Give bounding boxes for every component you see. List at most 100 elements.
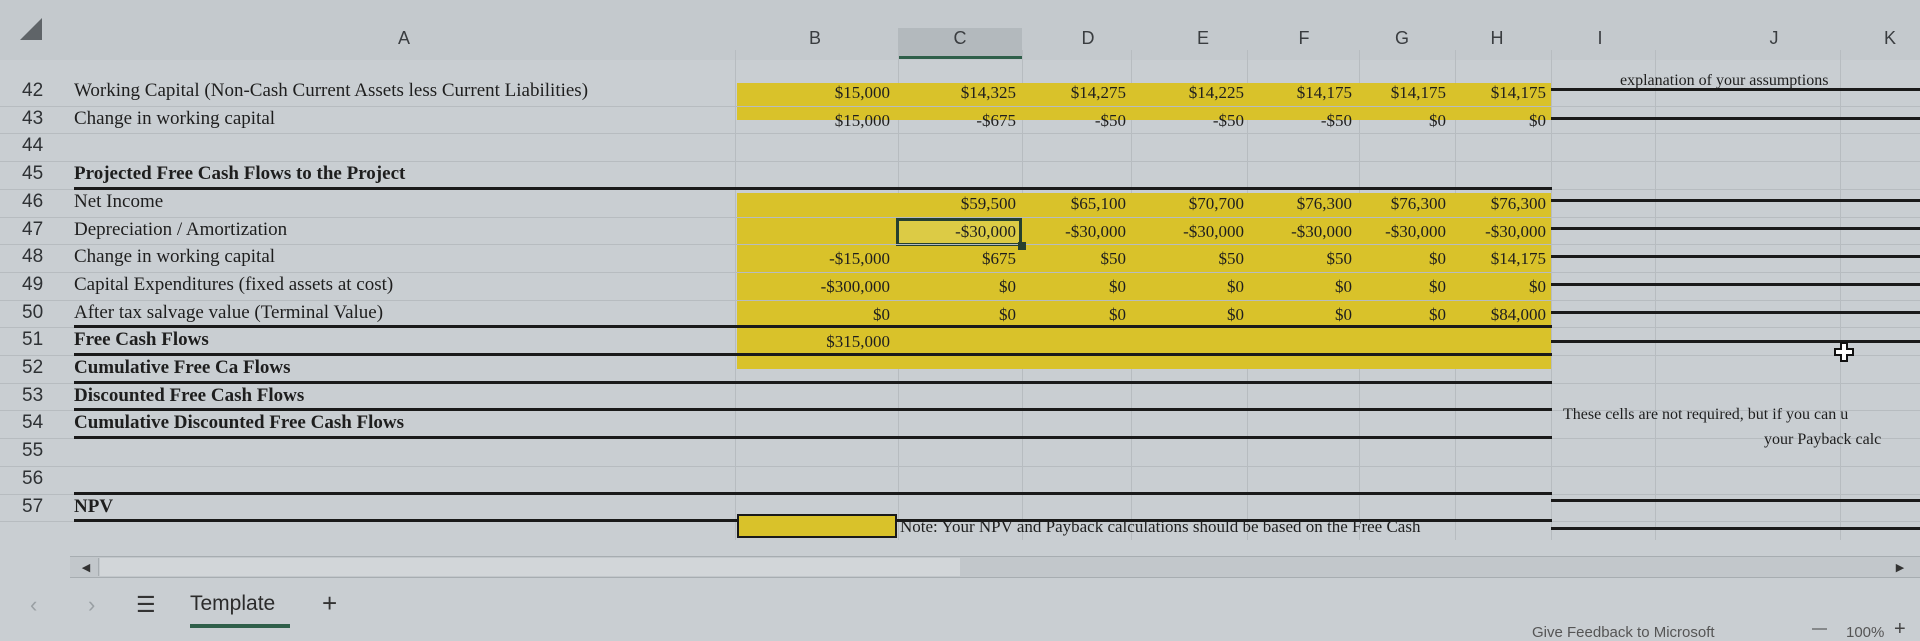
cell-value[interactable]: -$50	[1136, 111, 1244, 131]
row-label[interactable]: Projected Free Cash Flows to the Project	[74, 163, 405, 185]
row-number-47[interactable]: 47	[22, 219, 70, 241]
cell-value[interactable]: $14,175	[1438, 83, 1546, 103]
cell-value[interactable]: -$30,000	[1438, 222, 1546, 242]
cell-value[interactable]: -$30,000	[1244, 222, 1352, 242]
cell-value[interactable]: $50	[1018, 249, 1127, 269]
cell-value[interactable]: $315,000	[782, 332, 890, 352]
column-header-h[interactable]: H	[1487, 28, 1507, 49]
cell-value[interactable]: $0	[908, 305, 1016, 325]
row-label[interactable]: Change in working capital	[74, 246, 275, 268]
column-header-g[interactable]: G	[1392, 28, 1412, 49]
row-number-46[interactable]: 46	[22, 191, 70, 213]
row-label[interactable]: Cumulative Discounted Free Cash Flows	[74, 412, 404, 434]
row-label[interactable]: Discounted Free Cash Flows	[74, 385, 304, 407]
select-all-corner[interactable]	[20, 18, 42, 40]
zoom-in-button[interactable]: +	[1894, 618, 1906, 641]
row-label[interactable]: Free Cash Flows	[74, 329, 209, 351]
column-header-f[interactable]: F	[1294, 28, 1314, 49]
cell-value[interactable]: -$30,000	[1338, 222, 1446, 242]
column-header-k[interactable]: K	[1880, 28, 1900, 49]
cell-value[interactable]: $0	[1136, 305, 1244, 325]
column-header-b[interactable]: B	[805, 28, 825, 49]
cell-value[interactable]: $14,275	[1018, 83, 1126, 103]
cell-value[interactable]: $59,500	[908, 194, 1016, 214]
add-sheet-button[interactable]: +	[322, 588, 337, 619]
cell-value[interactable]: -$30,000	[1136, 222, 1244, 242]
row-label[interactable]: NPV	[74, 496, 113, 518]
row-label[interactable]: Net Income	[74, 191, 163, 213]
cell-value[interactable]: $0	[1338, 111, 1446, 131]
row-number-50[interactable]: 50	[22, 302, 70, 324]
npv-input-cell[interactable]	[737, 514, 897, 538]
row-label[interactable]: Depreciation / Amortization	[74, 219, 287, 241]
cell-value[interactable]: $0	[1244, 277, 1352, 297]
cell-value[interactable]: $0	[1338, 277, 1446, 297]
row-number-43[interactable]: 43	[22, 108, 70, 130]
cell-value[interactable]: $50	[1136, 249, 1245, 269]
row-number-44[interactable]: 44	[22, 135, 70, 157]
cell-value[interactable]: $84,000	[1438, 305, 1546, 325]
cell-value[interactable]: $0	[908, 277, 1016, 297]
row-number-45[interactable]: 45	[22, 163, 70, 185]
row-number-53[interactable]: 53	[22, 385, 70, 407]
cell-value[interactable]: $15,000	[782, 83, 890, 103]
cell-value[interactable]: $14,175	[1244, 83, 1352, 103]
scrollbar-thumb[interactable]	[100, 558, 960, 576]
cell-value[interactable]: -$50	[1018, 111, 1126, 131]
horizontal-scrollbar[interactable]: ◀ ▶	[70, 556, 1920, 578]
row-number-51[interactable]: 51	[22, 329, 70, 351]
row-number-49[interactable]: 49	[22, 274, 70, 296]
column-header-d[interactable]: D	[1078, 28, 1098, 49]
cell-value[interactable]: $0	[1136, 277, 1244, 297]
cell-value[interactable]: $675	[908, 249, 1016, 269]
cell-value[interactable]: -$675	[908, 111, 1016, 131]
row-number-57[interactable]: 57	[22, 496, 70, 518]
cell-value[interactable]: -$300,000	[782, 277, 890, 297]
cell-value[interactable]: $14,175	[1338, 83, 1446, 103]
zoom-out-button[interactable]: —	[1812, 620, 1827, 637]
cell-value[interactable]: $0	[1018, 305, 1126, 325]
row-number-48[interactable]: 48	[22, 246, 70, 268]
column-header-j[interactable]: J	[1764, 28, 1784, 49]
column-header-a[interactable]: A	[394, 28, 414, 49]
cell-value[interactable]: $76,300	[1338, 194, 1446, 214]
cell-value[interactable]: $14,175	[1438, 249, 1546, 269]
cell-value[interactable]: -$30,000	[1018, 222, 1126, 242]
cell-value[interactable]: $0	[1338, 249, 1446, 269]
sheet-tab-template[interactable]: Template	[190, 592, 275, 616]
cell-value[interactable]: $0	[1438, 111, 1546, 131]
cell-value[interactable]: -$50	[1244, 111, 1352, 131]
row-number-56[interactable]: 56	[22, 468, 70, 490]
row-number-42[interactable]: 42	[22, 80, 70, 102]
row-number-52[interactable]: 52	[22, 357, 70, 379]
cell-value[interactable]: -$15,000	[782, 249, 890, 269]
cell-value[interactable]: $15,000	[782, 111, 890, 131]
scroll-right-button[interactable]: ▶	[1888, 558, 1912, 576]
row-label[interactable]: Change in working capital	[74, 108, 275, 130]
cell-value[interactable]: $50	[1244, 249, 1353, 269]
row-number-55[interactable]: 55	[22, 440, 70, 462]
row-label[interactable]: Cumulative Free Ca Flows	[74, 357, 291, 379]
cell-value[interactable]: $14,325	[908, 83, 1016, 103]
row-label[interactable]: After tax salvage value (Terminal Value)	[74, 302, 383, 324]
column-header-e[interactable]: E	[1193, 28, 1213, 49]
feedback-link[interactable]: Give Feedback to Microsoft	[1532, 624, 1715, 641]
scroll-left-button[interactable]: ◀	[74, 558, 99, 576]
next-sheet-icon[interactable]: ›	[88, 592, 95, 618]
row-label[interactable]: Capital Expenditures (fixed assets at co…	[74, 274, 393, 296]
cell-value[interactable]: -$30,000	[908, 222, 1016, 242]
column-header-c[interactable]: C	[898, 28, 1022, 59]
fill-handle[interactable]	[1018, 242, 1026, 251]
column-header-i[interactable]: I	[1590, 28, 1610, 49]
cell-value[interactable]: $65,100	[1018, 194, 1126, 214]
all-sheets-menu-icon[interactable]: ☰	[136, 592, 156, 618]
cell-value[interactable]: $0	[782, 305, 890, 325]
cell-value[interactable]: $0	[1244, 305, 1352, 325]
row-number-54[interactable]: 54	[22, 412, 70, 434]
prev-sheet-icon[interactable]: ‹	[30, 592, 37, 618]
cell-value[interactable]: $0	[1438, 277, 1546, 297]
cell-value[interactable]: $70,700	[1136, 194, 1244, 214]
cell-value[interactable]: $14,225	[1136, 83, 1244, 103]
cell-value[interactable]: $76,300	[1244, 194, 1352, 214]
cell-value[interactable]: $0	[1338, 305, 1446, 325]
